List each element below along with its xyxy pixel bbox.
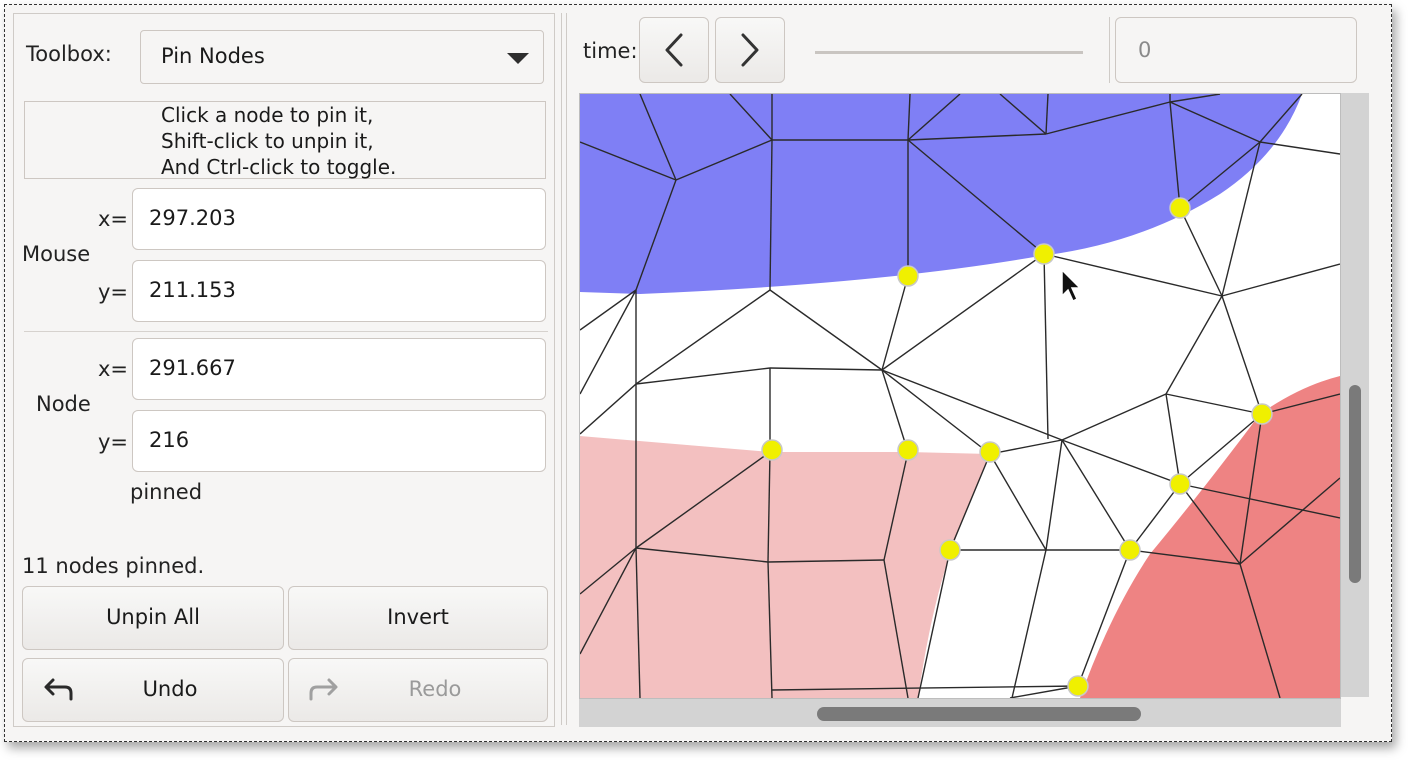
pinned-node[interactable]	[1251, 403, 1273, 425]
mouse-y-field[interactable]: 211.153	[132, 260, 546, 322]
light-red-region	[580, 436, 990, 698]
red-region	[1080, 376, 1340, 698]
mesh-edge	[1061, 439, 1181, 485]
mesh-edge	[1061, 393, 1167, 441]
vertical-scrollbar[interactable]	[1341, 93, 1369, 697]
redo-label: Redo	[408, 677, 462, 701]
unpin-all-label: Unpin All	[106, 605, 200, 629]
mesh-edge	[769, 367, 883, 371]
mesh-edge	[1221, 295, 1263, 415]
mesh-edge	[1165, 393, 1263, 415]
node-x-field[interactable]: 291.667	[132, 338, 546, 400]
mesh-edge	[579, 289, 637, 331]
chevron-right-icon	[741, 33, 759, 67]
mesh-canvas[interactable]	[579, 93, 1341, 699]
undo-button[interactable]: Undo	[22, 658, 284, 722]
mouse-x-field[interactable]: 297.203	[132, 188, 546, 250]
mesh-edge	[579, 383, 637, 435]
canvas-panel: time: 0	[569, 13, 1369, 727]
node-x-label: x=	[98, 357, 129, 381]
invert-button[interactable]: Invert	[288, 586, 548, 650]
mesh-edge	[1043, 253, 1049, 440]
mouse-y-value: 211.153	[149, 278, 236, 302]
node-status: pinned	[130, 480, 203, 504]
pinned-node[interactable]	[1169, 197, 1191, 219]
invert-label: Invert	[387, 605, 449, 629]
blue-region	[580, 94, 1302, 294]
mouse-y-label: y=	[98, 280, 129, 304]
mesh-edge	[881, 369, 909, 453]
vertical-scroll-thumb[interactable]	[1349, 385, 1361, 583]
node-y-value: 216	[149, 428, 190, 452]
prev-time-button[interactable]	[639, 17, 709, 83]
toolbox-selected-value: Pin Nodes	[161, 44, 265, 68]
unpin-all-button[interactable]: Unpin All	[22, 586, 284, 650]
hint-line-1: Click a node to pin it,	[161, 103, 374, 127]
pinned-node[interactable]	[761, 439, 783, 461]
node-y-field[interactable]: 216	[132, 410, 546, 472]
node-label: Node	[36, 392, 91, 416]
toolbox-label: Toolbox:	[26, 42, 112, 66]
mesh-edge	[1179, 207, 1223, 297]
time-field[interactable]: 0	[1115, 17, 1357, 83]
pinned-node[interactable]	[1033, 243, 1055, 265]
mouse-x-label: x=	[98, 207, 129, 231]
mesh-edge	[1221, 263, 1341, 297]
pinned-node[interactable]	[939, 539, 961, 561]
hint-line-3: And Ctrl-click to toggle.	[161, 155, 397, 179]
redo-button[interactable]: Redo	[288, 658, 548, 722]
horizontal-scrollbar[interactable]	[579, 699, 1341, 727]
pinned-node[interactable]	[897, 439, 919, 461]
mesh-edge	[989, 453, 1047, 551]
mesh-edge	[1011, 549, 1047, 699]
pane-splitter[interactable]	[561, 13, 567, 725]
mesh-edge	[579, 289, 637, 395]
pinned-node[interactable]	[979, 441, 1001, 463]
mesh-edge	[1045, 439, 1063, 551]
toolbox-select[interactable]: Pin Nodes	[140, 30, 544, 84]
triangle-down-icon	[507, 53, 529, 64]
mesh-edge	[1165, 295, 1223, 395]
mesh-edge	[1061, 439, 1131, 551]
mouse-label: Mouse	[22, 242, 91, 266]
mesh-edge	[881, 369, 1063, 441]
hint-line-2: Shift-click to unpin it,	[161, 129, 374, 153]
pinned-count: 11 nodes pinned.	[22, 554, 205, 578]
undo-label: Undo	[142, 677, 198, 701]
node-x-value: 291.667	[149, 356, 236, 380]
mesh-edge	[881, 275, 909, 371]
instructions-box: Click a node to pin it, Shift-click to u…	[24, 101, 546, 179]
toolbox-panel: Toolbox: Pin Nodes Click a node to pin i…	[13, 13, 555, 727]
time-slider[interactable]	[815, 51, 1083, 54]
pinned-node[interactable]	[1067, 675, 1089, 697]
mesh-edge	[1259, 141, 1341, 155]
horizontal-scroll-thumb[interactable]	[817, 707, 1141, 721]
chevron-left-icon	[665, 33, 683, 67]
pinned-node[interactable]	[1169, 473, 1191, 495]
mouse-x-value: 297.203	[149, 206, 236, 230]
time-label: time:	[583, 39, 638, 63]
mesh-edge	[989, 439, 1063, 455]
node-y-label: y=	[98, 430, 129, 454]
mesh-view[interactable]	[579, 93, 1341, 699]
toolbar-separator	[1109, 17, 1110, 83]
mesh-edge	[769, 289, 883, 371]
time-value: 0	[1138, 38, 1152, 62]
pin-nodes-window: Toolbox: Pin Nodes Click a node to pin i…	[4, 4, 1392, 742]
next-time-button[interactable]	[715, 17, 785, 83]
mesh-edge	[881, 369, 991, 455]
mesh-edge	[1165, 393, 1181, 485]
mouse-pointer-icon	[1061, 268, 1082, 303]
pinned-node[interactable]	[1119, 539, 1141, 561]
section-divider	[24, 331, 548, 332]
pinned-node[interactable]	[897, 265, 919, 287]
